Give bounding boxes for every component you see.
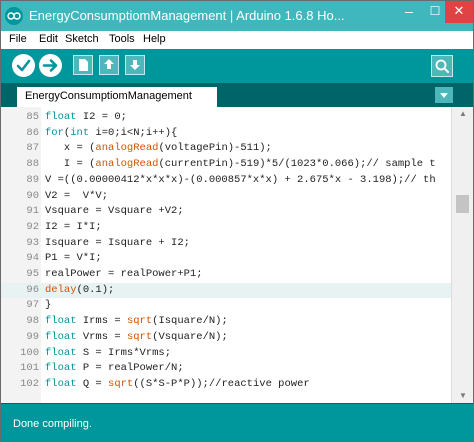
menu-bar: File Edit Sketch Tools Help [1,31,473,49]
code-text: for(int i=0;i<N;i++){ [45,126,178,139]
code-line[interactable]: 87 x = (analogRead(voltagePin)-511); [1,141,451,156]
code-line[interactable]: 90 V2 = V*V; [1,189,451,204]
code-line[interactable]: 93 Isquare = Isquare + I2; [1,236,451,251]
code-line[interactable]: 91 Vsquare = Vsquare +V2; [1,204,451,219]
open-sketch-button[interactable] [99,55,119,75]
line-number: 91 [26,205,39,218]
code-line[interactable]: 99 float Vrms = sqrt(Vsquare/N); [1,330,451,345]
line-number: 102 [20,377,39,390]
title-bar[interactable]: EnergyConsumptiomManagement | Arduino 1.… [1,1,473,31]
tab-energyconsumptiommanagement[interactable]: EnergyConsumptiomManagement [17,87,217,107]
new-sketch-button[interactable] [73,55,93,75]
tab-menu-button[interactable] [435,87,453,103]
serial-monitor-button[interactable] [431,55,453,77]
toolbar [1,49,473,83]
save-sketch-button[interactable] [125,55,145,75]
chevron-down-icon [440,93,448,98]
arduino-ide-window: EnergyConsumptiomManagement | Arduino 1.… [0,0,474,442]
window-title: EnergyConsumptiomManagement | Arduino 1.… [29,8,345,23]
code-editor[interactable]: 85 float I2 = 0; 86 for(int i=0;i<N;i++){ 87… [1,107,473,403]
code-text: I = (analogRead(currentPin)-519)*5/(1023… [45,158,436,171]
vertical-scrollbar[interactable]: ▲ ▼ [451,107,473,403]
line-number: 89 [26,173,39,186]
code-line[interactable]: 94 P1 = V*I; [1,251,451,266]
status-bar: Done compiling. [1,403,473,441]
arduino-logo-icon [5,7,23,25]
code-line[interactable]: 96 delay(0.1); [1,282,451,298]
code-text: I2 = I*I; [45,220,102,233]
code-text: float S = Irms*Vrms; [45,346,172,359]
code-text: float P = realPower/N; [45,362,184,375]
code-text: float Irms = sqrt(Isquare/N); [45,315,228,328]
code-text: P1 = V*I; [45,252,102,265]
code-line[interactable]: 89 V =((0.00000412*x*x*x)-(0.000857*x*x) … [1,173,451,188]
code-line[interactable]: 97} [1,298,451,313]
menu-help[interactable]: Help [143,33,166,45]
tab-bar: EnergyConsumptiomManagement [1,83,473,107]
code-text: Vsquare = Vsquare +V2; [45,205,184,218]
line-number: 98 [26,315,39,328]
verify-icon [16,59,31,72]
line-number: 90 [26,189,39,202]
new-icon [79,59,88,71]
code-text: V =((0.00000412*x*x*x)-(0.000857*x*x) + … [45,173,436,186]
line-number: 95 [26,268,39,280]
upload-button[interactable] [39,54,62,77]
serial-monitor-icon [435,59,449,73]
status-message: Done compiling. [13,418,92,430]
minimize-button[interactable]: – [395,1,423,23]
line-number: 93 [26,236,39,249]
line-number: 87 [26,142,39,155]
code-line[interactable]: 92 I2 = I*I; [1,220,451,235]
code-line[interactable]: 102 float Q = sqrt((S*S-P*P));//reactive … [1,377,451,392]
menu-sketch[interactable]: Sketch [65,33,99,45]
code-text: float Q = sqrt((S*S-P*P));//reactive pow… [45,377,310,390]
code-line[interactable]: 100 float S = Irms*Vrms; [1,346,451,361]
line-number: 101 [20,362,39,375]
line-number: 96 [26,283,39,296]
line-number: 94 [26,252,39,265]
open-icon [104,59,114,69]
code-line[interactable]: 95 realPower = realPower+P1; [1,267,451,282]
code-line[interactable]: 98 float Irms = sqrt(Isquare/N); [1,314,451,329]
line-number: 86 [26,126,39,139]
code-text: float Vrms = sqrt(Vsquare/N); [45,330,228,343]
scroll-up-icon[interactable]: ▲ [452,107,474,121]
verify-button[interactable] [12,54,35,77]
code-text: x = (analogRead(voltagePin)-511); [45,142,272,155]
code-text: Isquare = Isquare + I2; [45,236,190,249]
close-button[interactable]: ✕ [445,1,473,23]
code-line[interactable]: 101 float P = realPower/N; [1,361,451,376]
code-text: realPower = realPower+P1; [45,268,203,280]
scrollbar-thumb[interactable] [456,195,469,213]
line-number: 88 [26,158,39,171]
code-text: V2 = V*V; [45,189,109,202]
menu-tools[interactable]: Tools [109,33,135,45]
line-number: 100 [20,346,39,359]
line-number: 97 [26,299,39,312]
code-text: } [45,299,52,312]
line-number: 92 [26,220,39,233]
save-icon [130,60,140,70]
code-line[interactable]: 86 for(int i=0;i<N;i++){ [1,126,451,141]
menu-file[interactable]: File [9,33,27,45]
line-number: 85 [26,111,39,123]
code-text: float I2 = 0; [45,111,127,123]
code-line[interactable]: 88 I = (analogRead(currentPin)-519)*5/(1… [1,157,451,172]
scroll-down-icon[interactable]: ▼ [452,389,474,403]
code-text: delay(0.1); [45,283,115,296]
upload-icon [42,59,58,72]
code-line[interactable]: 85 float I2 = 0; [1,110,451,125]
menu-edit[interactable]: Edit [39,33,58,45]
line-number: 99 [26,330,39,343]
